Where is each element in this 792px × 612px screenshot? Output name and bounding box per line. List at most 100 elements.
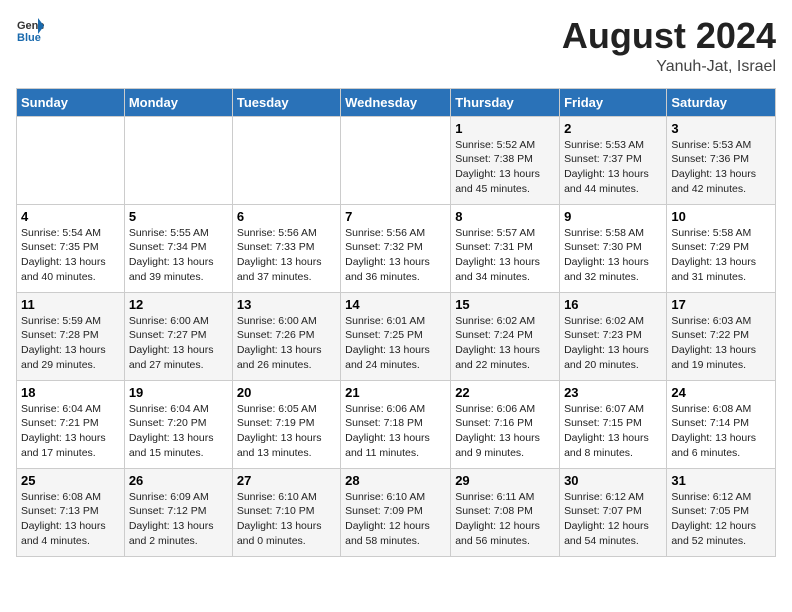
day-content: Sunrise: 5:54 AM Sunset: 7:35 PM Dayligh… [21, 226, 120, 285]
calendar-cell: 31 Sunrise: 6:12 AM Sunset: 7:05 PM Dayli… [667, 468, 776, 556]
col-tuesday: Tuesday [232, 88, 340, 116]
day-number: 8 [455, 209, 555, 224]
day-number: 18 [21, 385, 120, 400]
day-content: Sunrise: 6:12 AM Sunset: 7:07 PM Dayligh… [564, 490, 662, 549]
day-content: Sunrise: 5:58 AM Sunset: 7:29 PM Dayligh… [671, 226, 771, 285]
day-number: 11 [21, 297, 120, 312]
day-number: 6 [237, 209, 336, 224]
calendar-cell: 8 Sunrise: 5:57 AM Sunset: 7:31 PM Daylig… [451, 204, 560, 292]
calendar-location: Yanuh-Jat, Israel [562, 58, 776, 76]
calendar-cell: 2Sunrise: 5:53 AM Sunset: 7:37 PM Daylig… [560, 116, 667, 204]
calendar-cell: 15 Sunrise: 6:02 AM Sunset: 7:24 PM Dayli… [451, 292, 560, 380]
day-number: 28 [345, 473, 446, 488]
day-content: Sunrise: 5:52 AM Sunset: 7:38 PM Dayligh… [455, 138, 555, 197]
calendar-cell [17, 116, 125, 204]
calendar-cell: 22 Sunrise: 6:06 AM Sunset: 7:16 PM Dayli… [451, 380, 560, 468]
calendar-title: August 2024 [562, 16, 776, 56]
day-number: 7 [345, 209, 446, 224]
header-row: Sunday Monday Tuesday Wednesday Thursday… [17, 88, 776, 116]
calendar-cell: 26Sunrise: 6:09 AM Sunset: 7:12 PM Dayli… [124, 468, 232, 556]
day-number: 19 [129, 385, 228, 400]
calendar-cell: 21 Sunrise: 6:06 AM Sunset: 7:18 PM Dayli… [341, 380, 451, 468]
day-number: 21 [345, 385, 446, 400]
logo-icon: General Blue [16, 16, 44, 44]
calendar-cell [124, 116, 232, 204]
day-content: Sunrise: 5:56 AM Sunset: 7:33 PM Dayligh… [237, 226, 336, 285]
calendar-cell: 16 Sunrise: 6:02 AM Sunset: 7:23 PM Dayli… [560, 292, 667, 380]
page-header: General Blue August 2024 Yanuh-Jat, Isra… [16, 16, 776, 76]
day-content: Sunrise: 6:07 AM Sunset: 7:15 PM Dayligh… [564, 402, 662, 461]
calendar-cell: 4 Sunrise: 5:54 AM Sunset: 7:35 PM Daylig… [17, 204, 125, 292]
day-number: 4 [21, 209, 120, 224]
day-content: Sunrise: 6:12 AM Sunset: 7:05 PM Dayligh… [671, 490, 771, 549]
calendar-cell: 17Sunrise: 6:03 AM Sunset: 7:22 PM Dayli… [667, 292, 776, 380]
col-friday: Friday [560, 88, 667, 116]
day-number: 3 [671, 121, 771, 136]
day-content: Sunrise: 5:57 AM Sunset: 7:31 PM Dayligh… [455, 226, 555, 285]
day-content: Sunrise: 6:10 AM Sunset: 7:09 PM Dayligh… [345, 490, 446, 549]
day-number: 16 [564, 297, 662, 312]
logo: General Blue [16, 16, 44, 44]
col-monday: Monday [124, 88, 232, 116]
day-content: Sunrise: 6:00 AM Sunset: 7:27 PM Dayligh… [129, 314, 228, 373]
calendar-week-2: 4 Sunrise: 5:54 AM Sunset: 7:35 PM Daylig… [17, 204, 776, 292]
calendar-cell: 5Sunrise: 5:55 AM Sunset: 7:34 PM Daylig… [124, 204, 232, 292]
calendar-cell: 3 Sunrise: 5:53 AM Sunset: 7:36 PM Daylig… [667, 116, 776, 204]
day-content: Sunrise: 6:02 AM Sunset: 7:23 PM Dayligh… [564, 314, 662, 373]
day-number: 13 [237, 297, 336, 312]
day-number: 29 [455, 473, 555, 488]
calendar-cell: 6 Sunrise: 5:56 AM Sunset: 7:33 PM Daylig… [232, 204, 340, 292]
day-content: Sunrise: 5:59 AM Sunset: 7:28 PM Dayligh… [21, 314, 120, 373]
day-content: Sunrise: 6:01 AM Sunset: 7:25 PM Dayligh… [345, 314, 446, 373]
day-number: 20 [237, 385, 336, 400]
calendar-cell: 13 Sunrise: 6:00 AM Sunset: 7:26 PM Dayli… [232, 292, 340, 380]
day-number: 22 [455, 385, 555, 400]
day-content: Sunrise: 6:03 AM Sunset: 7:22 PM Dayligh… [671, 314, 771, 373]
day-content: Sunrise: 5:56 AM Sunset: 7:32 PM Dayligh… [345, 226, 446, 285]
calendar-table: Sunday Monday Tuesday Wednesday Thursday… [16, 88, 776, 557]
calendar-cell: 14 Sunrise: 6:01 AM Sunset: 7:25 PM Dayli… [341, 292, 451, 380]
day-number: 15 [455, 297, 555, 312]
day-content: Sunrise: 5:53 AM Sunset: 7:36 PM Dayligh… [671, 138, 771, 197]
day-content: Sunrise: 5:58 AM Sunset: 7:30 PM Dayligh… [564, 226, 662, 285]
day-content: Sunrise: 6:08 AM Sunset: 7:13 PM Dayligh… [21, 490, 120, 549]
calendar-cell: 28 Sunrise: 6:10 AM Sunset: 7:09 PM Dayli… [341, 468, 451, 556]
day-content: Sunrise: 5:53 AM Sunset: 7:37 PM Dayligh… [564, 138, 662, 197]
calendar-cell [232, 116, 340, 204]
day-content: Sunrise: 6:10 AM Sunset: 7:10 PM Dayligh… [237, 490, 336, 549]
day-number: 31 [671, 473, 771, 488]
day-number: 5 [129, 209, 228, 224]
day-content: Sunrise: 6:06 AM Sunset: 7:18 PM Dayligh… [345, 402, 446, 461]
day-content: Sunrise: 6:08 AM Sunset: 7:14 PM Dayligh… [671, 402, 771, 461]
day-number: 14 [345, 297, 446, 312]
col-sunday: Sunday [17, 88, 125, 116]
calendar-cell: 12 Sunrise: 6:00 AM Sunset: 7:27 PM Dayli… [124, 292, 232, 380]
calendar-cell: 18 Sunrise: 6:04 AM Sunset: 7:21 PM Dayli… [17, 380, 125, 468]
day-content: Sunrise: 6:02 AM Sunset: 7:24 PM Dayligh… [455, 314, 555, 373]
calendar-cell: 11 Sunrise: 5:59 AM Sunset: 7:28 PM Dayli… [17, 292, 125, 380]
calendar-cell: 7 Sunrise: 5:56 AM Sunset: 7:32 PM Daylig… [341, 204, 451, 292]
day-content: Sunrise: 6:00 AM Sunset: 7:26 PM Dayligh… [237, 314, 336, 373]
col-thursday: Thursday [451, 88, 560, 116]
calendar-cell: 24 Sunrise: 6:08 AM Sunset: 7:14 PM Dayli… [667, 380, 776, 468]
day-content: Sunrise: 6:04 AM Sunset: 7:21 PM Dayligh… [21, 402, 120, 461]
day-number: 12 [129, 297, 228, 312]
title-block: August 2024 Yanuh-Jat, Israel [562, 16, 776, 76]
day-number: 10 [671, 209, 771, 224]
calendar-cell: 27Sunrise: 6:10 AM Sunset: 7:10 PM Dayli… [232, 468, 340, 556]
day-content: Sunrise: 6:09 AM Sunset: 7:12 PM Dayligh… [129, 490, 228, 549]
calendar-cell: 10 Sunrise: 5:58 AM Sunset: 7:29 PM Dayli… [667, 204, 776, 292]
calendar-cell: 19Sunrise: 6:04 AM Sunset: 7:20 PM Dayli… [124, 380, 232, 468]
day-content: Sunrise: 6:06 AM Sunset: 7:16 PM Dayligh… [455, 402, 555, 461]
calendar-week-5: 25Sunrise: 6:08 AM Sunset: 7:13 PM Dayli… [17, 468, 776, 556]
day-number: 23 [564, 385, 662, 400]
svg-text:Blue: Blue [17, 32, 41, 44]
day-number: 30 [564, 473, 662, 488]
calendar-cell: 29Sunrise: 6:11 AM Sunset: 7:08 PM Dayli… [451, 468, 560, 556]
calendar-cell: 1Sunrise: 5:52 AM Sunset: 7:38 PM Daylig… [451, 116, 560, 204]
day-number: 24 [671, 385, 771, 400]
calendar-week-4: 18 Sunrise: 6:04 AM Sunset: 7:21 PM Dayli… [17, 380, 776, 468]
calendar-week-1: 1Sunrise: 5:52 AM Sunset: 7:38 PM Daylig… [17, 116, 776, 204]
calendar-cell: 23 Sunrise: 6:07 AM Sunset: 7:15 PM Dayli… [560, 380, 667, 468]
calendar-week-3: 11 Sunrise: 5:59 AM Sunset: 7:28 PM Dayli… [17, 292, 776, 380]
